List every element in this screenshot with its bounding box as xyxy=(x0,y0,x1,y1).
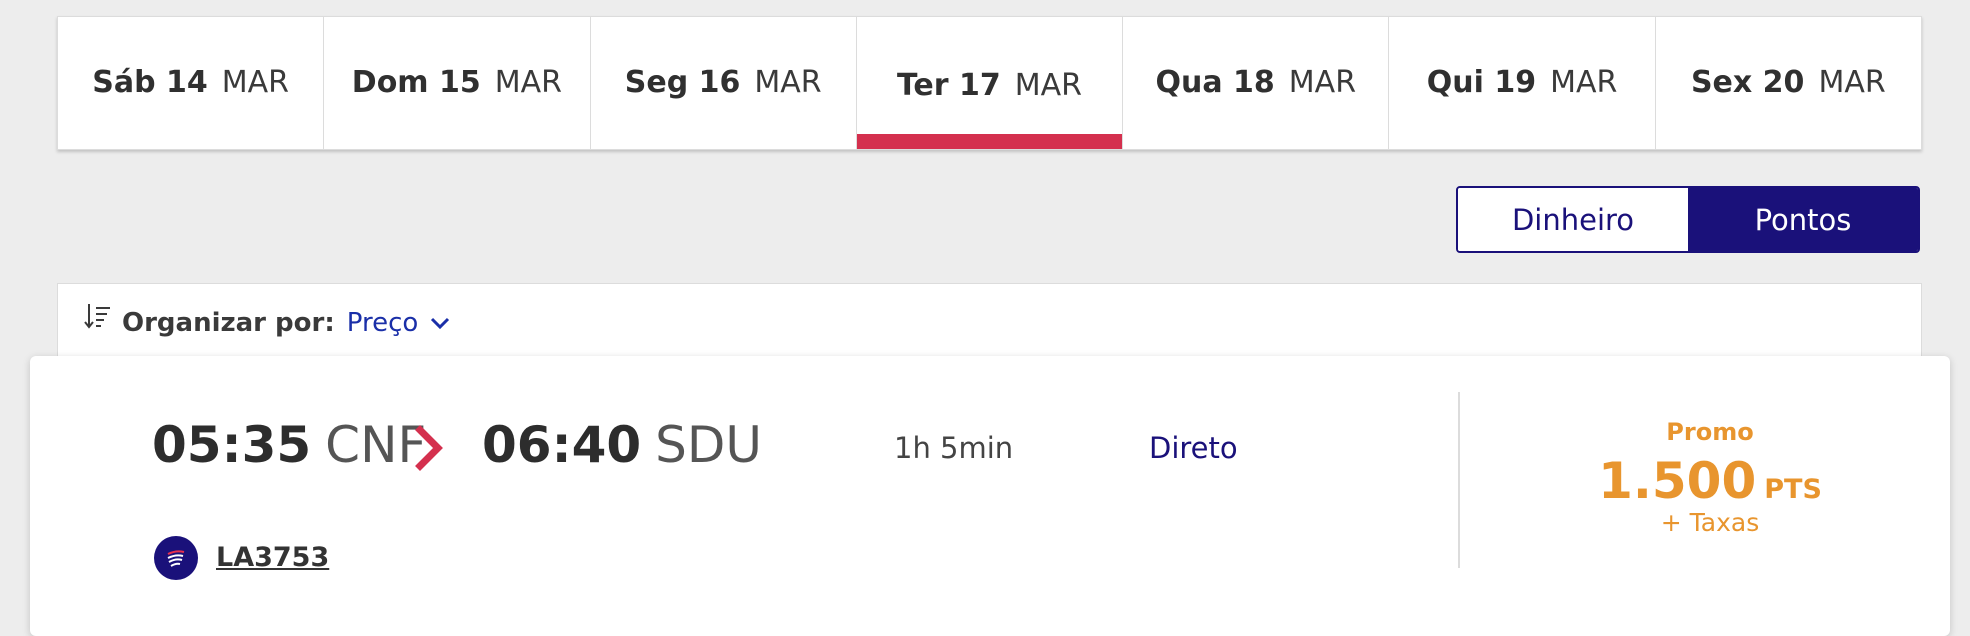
active-date-indicator xyxy=(856,134,1123,149)
date-tab-month: MAR xyxy=(754,64,822,100)
flight-card[interactable]: 05:35 CNF 06:40 SDU 1h 5min Direto Promo 1… xyxy=(30,356,1950,636)
date-tab-day: Sex 20 xyxy=(1690,64,1805,100)
promo-label: Promo xyxy=(1666,418,1754,446)
chevron-down-icon xyxy=(430,316,450,330)
fees-label: + Taxas xyxy=(1660,508,1760,537)
date-tab-month: MAR xyxy=(1014,67,1083,103)
sort-label: Organizar por: xyxy=(122,308,335,338)
departure-airport: CNF xyxy=(325,416,427,474)
date-selector: Sáb 14 MAR Dom 15 MAR Seg 16 MAR Ter 17 MAR … xyxy=(57,16,1922,150)
price-block[interactable]: Promo 1.500 PTS + Taxas xyxy=(1480,418,1940,537)
price-unit: PTS xyxy=(1764,474,1822,505)
date-tab-day: Seg 16 xyxy=(624,64,741,100)
date-tab-sab-14[interactable]: Sáb 14 MAR xyxy=(58,17,325,149)
date-tab-day: Dom 15 xyxy=(351,64,481,100)
date-tab-month: MAR xyxy=(221,64,290,100)
date-tab-month: MAR xyxy=(494,64,563,100)
date-tab-day: Qui 19 xyxy=(1426,64,1537,100)
currency-toggle: Dinheiro Pontos xyxy=(1456,186,1920,253)
sort-icon xyxy=(84,302,112,330)
date-tab-month: MAR xyxy=(1550,64,1618,100)
arrival-time: 06:40 xyxy=(482,416,642,474)
date-tab-sex-20[interactable]: Sex 20 MAR xyxy=(1656,17,1921,149)
money-toggle-button[interactable]: Dinheiro xyxy=(1458,188,1688,251)
arrival-airport: SDU xyxy=(655,416,762,474)
date-tab-month: MAR xyxy=(1288,64,1357,100)
date-tab-ter-17-selected[interactable]: Ter 17 MAR xyxy=(856,17,1124,149)
stops-link[interactable]: Direto xyxy=(1149,431,1238,465)
date-tab-qui-19[interactable]: Qui 19 MAR xyxy=(1389,17,1656,149)
date-tab-month: MAR xyxy=(1818,64,1886,100)
date-tab-seg-16[interactable]: Seg 16 MAR xyxy=(591,17,857,149)
flight-number-link[interactable]: LA3753 xyxy=(216,542,329,573)
sort-bar: Organizar por: Preço xyxy=(57,283,1922,363)
points-toggle-button[interactable]: Pontos xyxy=(1688,188,1918,251)
arrival: 06:40 SDU xyxy=(482,416,762,474)
latam-logo-icon xyxy=(154,536,198,580)
departure-time: 05:35 xyxy=(152,416,312,474)
date-tab-dom-15[interactable]: Dom 15 MAR xyxy=(324,17,591,149)
sort-value: Preço xyxy=(346,308,419,338)
date-tab-day: Ter 17 xyxy=(896,67,1001,103)
date-tab-qua-18[interactable]: Qua 18 MAR xyxy=(1123,17,1390,149)
sort-dropdown[interactable]: Preço xyxy=(347,308,451,338)
departure: 05:35 CNF xyxy=(152,416,426,474)
flight-duration: 1h 5min xyxy=(894,431,1014,465)
card-divider xyxy=(1458,392,1460,568)
date-tab-day: Sáb 14 xyxy=(92,64,208,100)
route-arrow-icon xyxy=(415,425,443,471)
price-value: 1.500 xyxy=(1598,452,1757,510)
date-tab-day: Qua 18 xyxy=(1155,64,1275,100)
